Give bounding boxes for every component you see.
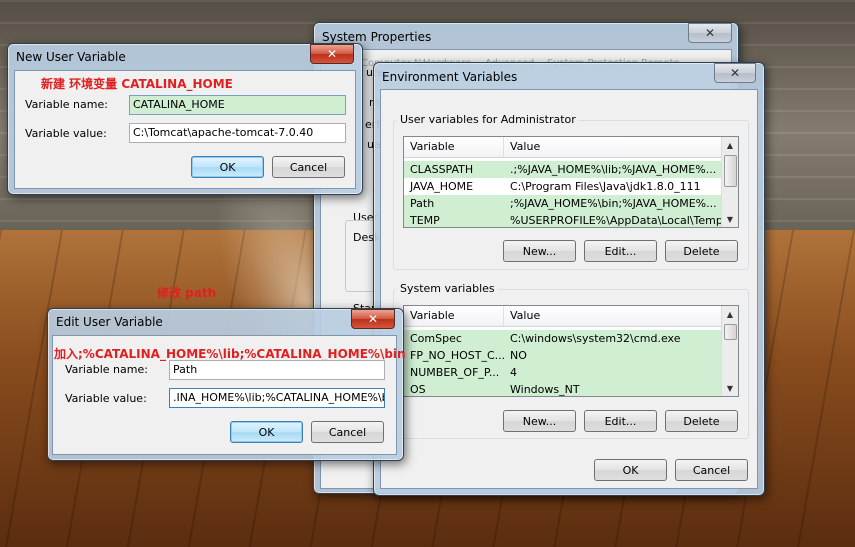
variable-value: .;%JAVA_HOME%\lib;%JAVA_HOME%... <box>510 163 717 176</box>
edit-user-variable-client: 加入;%CATALINA_HOME%\lib;%CATALINA_HOME%\b… <box>52 335 406 455</box>
variable-name-label: Variable name: <box>65 363 148 376</box>
variable-value: ;%JAVA_HOME%\bin;%JAVA_HOME%... <box>510 197 717 210</box>
system-edit-button[interactable]: Edit... <box>584 410 657 432</box>
new-variable-cancel-button[interactable]: Cancel <box>272 156 345 178</box>
scroll-up-icon[interactable]: ▲ <box>722 137 738 153</box>
variable-name-field[interactable]: Path <box>169 360 385 380</box>
variable-value-field[interactable]: C:\Tomcat\apache-tomcat-7.0.40 <box>129 123 346 143</box>
scroll-down-icon[interactable]: ▼ <box>722 211 738 227</box>
list-item[interactable]: TEMP %USERPROFILE%\AppData\Local\Temp <box>404 212 723 227</box>
list-item[interactable]: JAVA_HOME C:\Program Files\Java\jdk1.8.0… <box>404 178 721 195</box>
scroll-up-icon[interactable]: ▲ <box>722 306 738 322</box>
edit-user-variable-title: Edit User Variable <box>56 315 163 329</box>
new-user-variable-title: New User Variable <box>16 50 126 64</box>
edit-variable-ok-button[interactable]: OK <box>230 421 303 443</box>
user-variables-title: User variables for Administrator <box>397 113 579 126</box>
variable-name: NUMBER_OF_P... <box>410 366 500 379</box>
column-header-value[interactable]: Value <box>504 306 720 326</box>
system-delete-button[interactable]: Delete <box>665 410 738 432</box>
system-new-button[interactable]: New... <box>503 410 576 432</box>
list-item[interactable]: OS Windows_NT <box>404 381 721 396</box>
variable-value: C:\windows\system32\cmd.exe <box>510 332 681 345</box>
environment-variables-client: User variables for Administrator Variabl… <box>380 89 758 489</box>
annotation-edit-path: 修改 path <box>157 286 217 300</box>
edit-user-variable-close-button[interactable]: ✕ <box>351 309 395 329</box>
variable-value: NO <box>510 349 527 362</box>
column-header-value[interactable]: Value <box>504 137 720 157</box>
variable-name: FP_NO_HOST_C... <box>410 349 504 362</box>
variable-value-label: Variable value: <box>25 127 107 140</box>
user-edit-button[interactable]: Edit... <box>584 240 657 262</box>
user-list-header: Variable Value <box>404 137 721 158</box>
variable-value-field[interactable]: .INA_HOME%\lib;%CATALINA_HOME%\bin <box>169 388 385 408</box>
variable-name: CLASSPATH <box>410 163 474 176</box>
system-properties-close-button[interactable]: ✕ <box>688 23 732 43</box>
system-variables-title: System variables <box>397 282 498 295</box>
list-item[interactable]: FP_NO_HOST_C... NO <box>404 347 721 364</box>
edit-user-variable-dialog: Edit User Variable ✕ 加入;%CATALINA_HOME%\… <box>47 308 406 461</box>
list-item[interactable]: NUMBER_OF_P... 4 <box>404 364 721 381</box>
system-list-header: Variable Value <box>404 306 721 327</box>
list-item[interactable]: Path ;%JAVA_HOME%\bin;%JAVA_HOME%... <box>404 195 721 212</box>
annotation-create-variable: 新建 环境变量 CATALINA_HOME <box>41 77 233 91</box>
list-item[interactable]: ComSpec C:\windows\system32\cmd.exe <box>404 330 721 347</box>
user-new-button[interactable]: New... <box>503 240 576 262</box>
environment-cancel-button[interactable]: Cancel <box>675 459 748 481</box>
variable-name: TEMP <box>410 214 440 227</box>
scrollbar-thumb[interactable] <box>724 155 737 187</box>
column-header-variable[interactable]: Variable <box>404 137 504 157</box>
new-user-variable-dialog: New User Variable ✕ 新建 环境变量 CATALINA_HOM… <box>7 43 363 195</box>
column-header-variable[interactable]: Variable <box>404 306 504 326</box>
new-user-variable-close-button[interactable]: ✕ <box>310 44 354 64</box>
scrollbar-thumb[interactable] <box>724 324 737 340</box>
new-variable-ok-button[interactable]: OK <box>191 156 264 178</box>
close-icon: ✕ <box>367 312 379 326</box>
system-variables-list[interactable]: Variable Value ComSpec C:\windows\system… <box>403 305 739 397</box>
variable-name: OS <box>410 383 426 396</box>
environment-variables-window: Environment Variables ✕ User variables f… <box>373 62 765 496</box>
variable-value-label: Variable value: <box>65 392 147 405</box>
variable-value: Windows_NT <box>510 383 580 396</box>
variable-value: C:\Program Files\Java\jdk1.8.0_111 <box>510 180 701 193</box>
system-list-scrollbar[interactable]: ▲ ▼ <box>721 306 738 396</box>
user-delete-button[interactable]: Delete <box>665 240 738 262</box>
environment-variables-close-button[interactable]: ✕ <box>714 63 756 83</box>
variable-name-label: Variable name: <box>25 98 108 111</box>
close-icon: ✕ <box>326 47 338 61</box>
environment-variables-title: Environment Variables <box>382 70 518 84</box>
close-icon: ✕ <box>704 26 716 40</box>
close-icon: ✕ <box>729 66 741 80</box>
environment-ok-button[interactable]: OK <box>594 459 667 481</box>
variable-value: 4 <box>510 366 517 379</box>
edit-variable-cancel-button[interactable]: Cancel <box>311 421 384 443</box>
user-list-scrollbar[interactable]: ▲ ▼ <box>721 137 738 227</box>
new-user-variable-client: 新建 环境变量 CATALINA_HOME Variable name: CAT… <box>14 70 356 189</box>
system-properties-title: System Properties <box>322 30 432 44</box>
list-item[interactable]: CLASSPATH .;%JAVA_HOME%\lib;%JAVA_HOME%.… <box>404 161 721 178</box>
variable-name: JAVA_HOME <box>410 180 474 193</box>
user-variables-list[interactable]: Variable Value CLASSPATH .;%JAVA_HOME%\l… <box>403 136 739 228</box>
variable-name-field[interactable]: CATALINA_HOME <box>129 95 346 115</box>
scroll-down-icon[interactable]: ▼ <box>722 380 738 396</box>
variable-name: ComSpec <box>410 332 462 345</box>
variable-name: Path <box>410 197 435 210</box>
variable-value: %USERPROFILE%\AppData\Local\Temp <box>510 214 723 227</box>
